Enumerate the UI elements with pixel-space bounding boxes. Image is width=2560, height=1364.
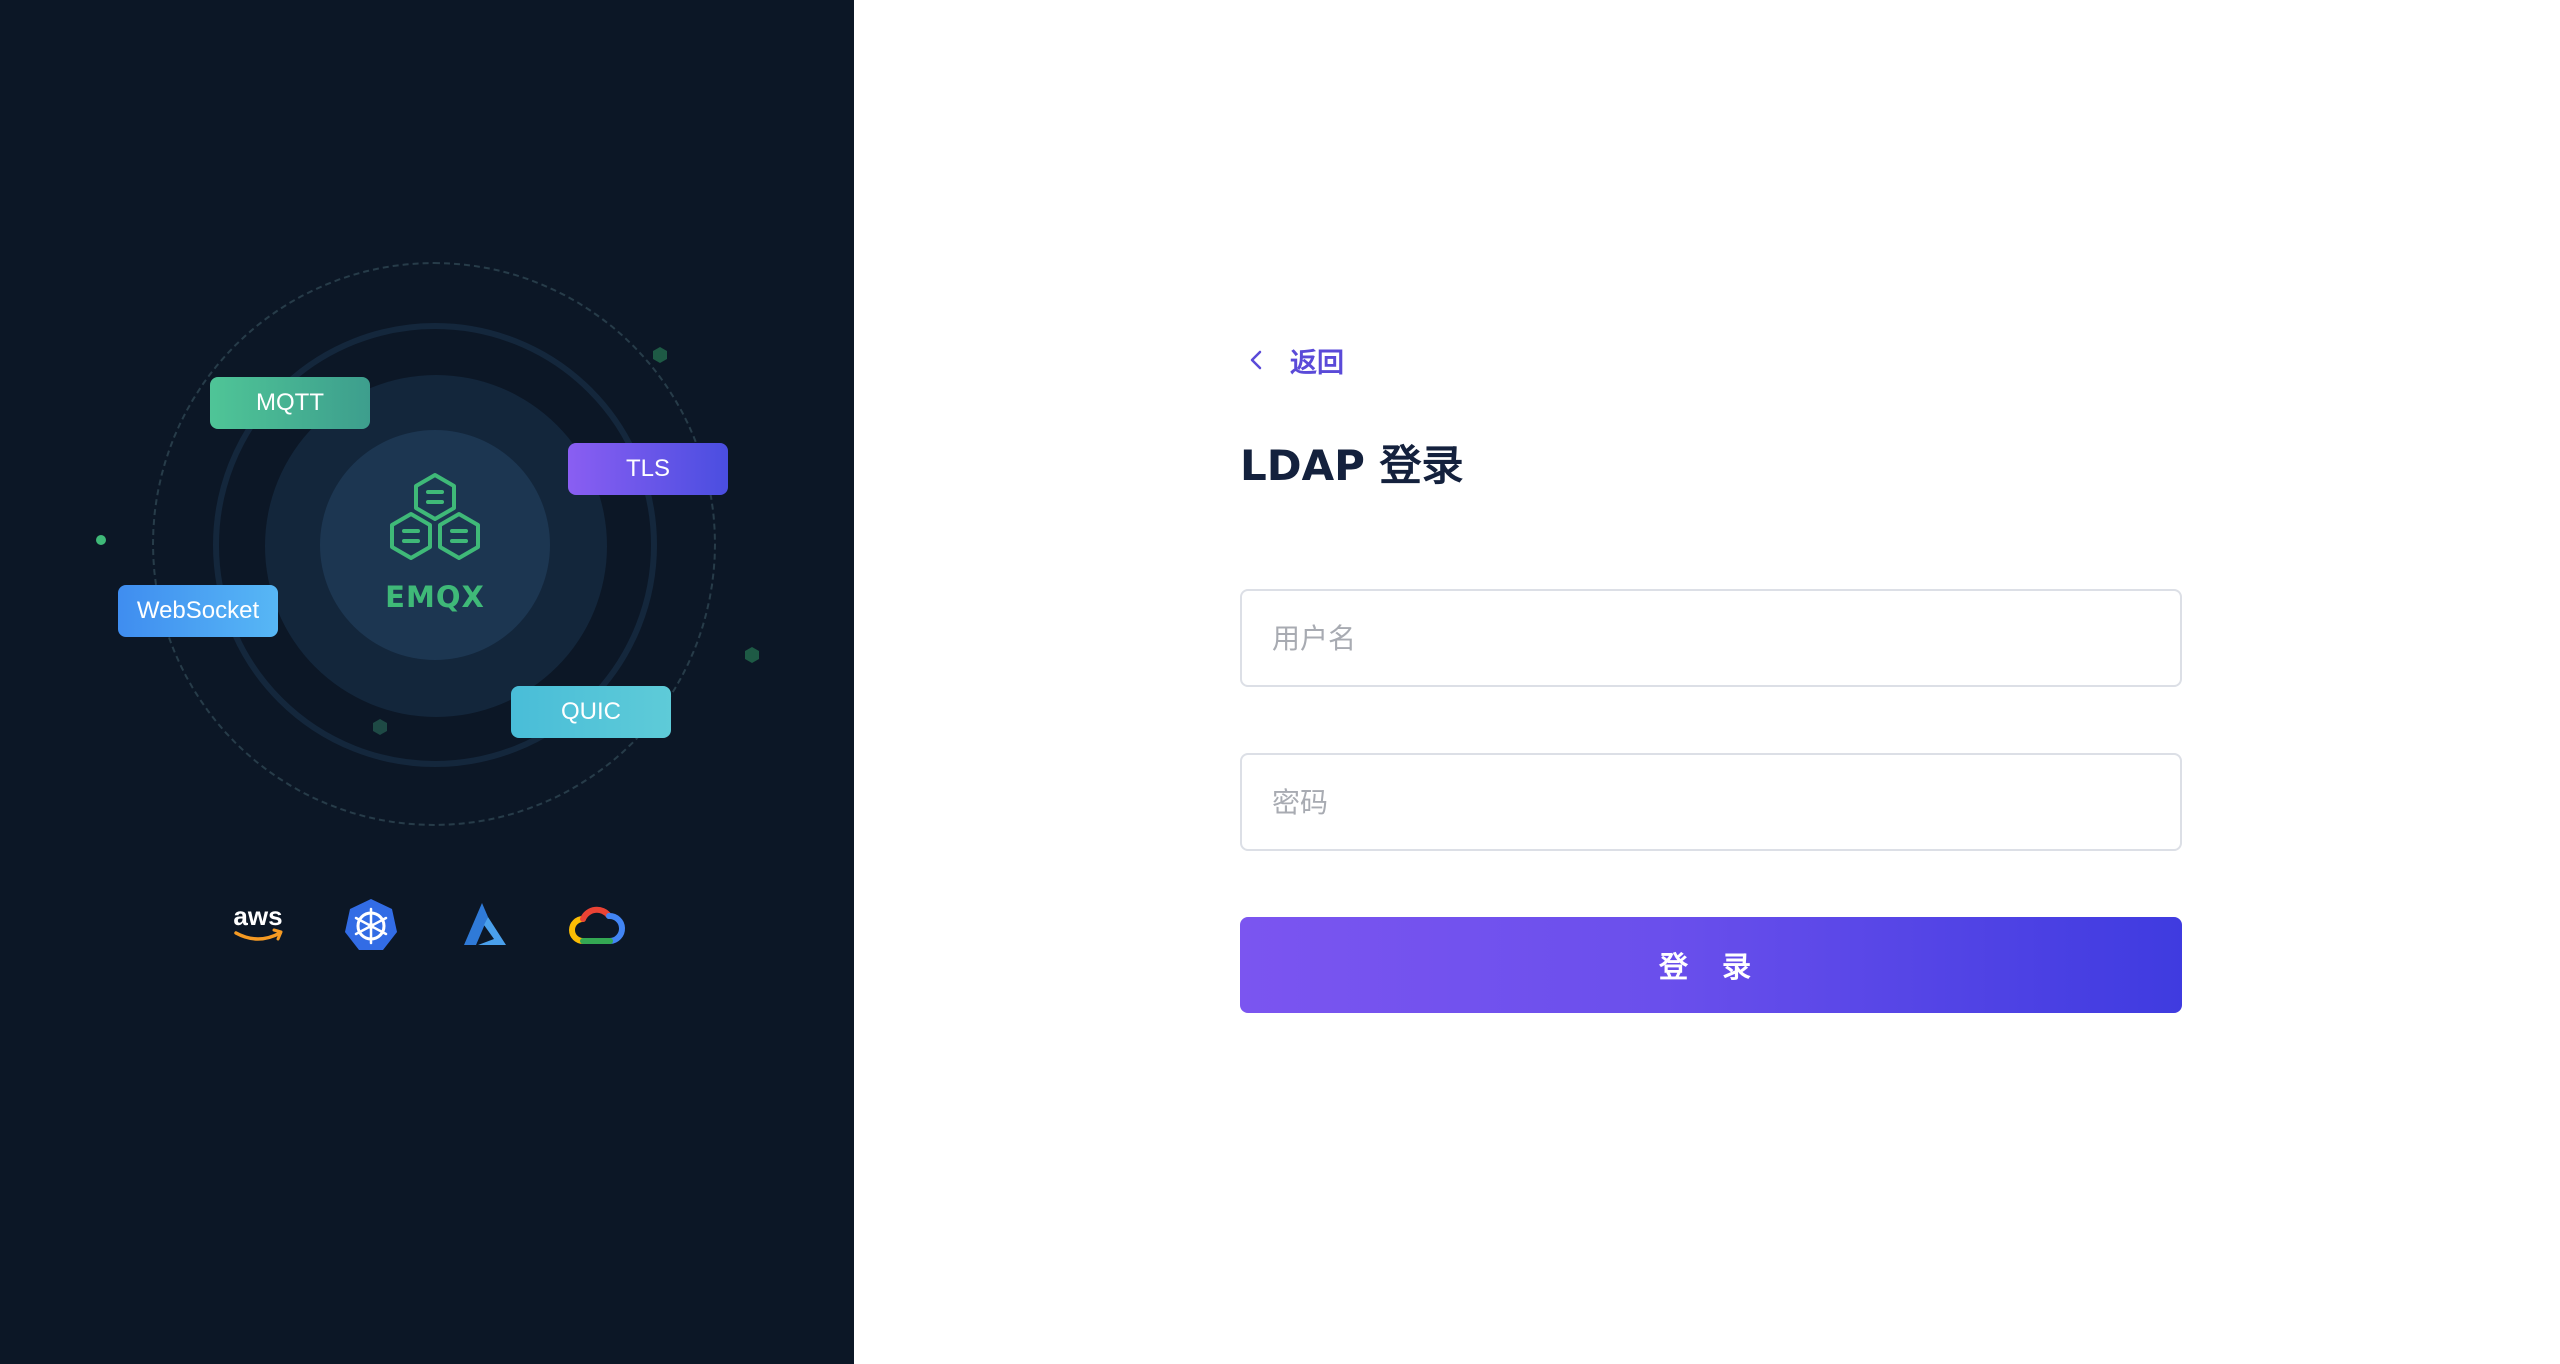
back-label: 返回: [1290, 347, 1344, 379]
emqx-logo-text: EMQX: [385, 580, 485, 614]
login-button[interactable]: 登 录: [1240, 917, 2182, 1013]
decor-hex-dot: [653, 347, 667, 363]
hero-panel: EMQX MQTT TLS WebSocket QUIC aws: [0, 0, 854, 1364]
decor-hex-dot: [745, 647, 759, 663]
protocol-tag-tls: TLS: [568, 443, 728, 495]
aws-logo-icon: aws: [233, 901, 283, 941]
username-input[interactable]: [1240, 589, 2182, 687]
password-input[interactable]: [1240, 753, 2182, 851]
login-page: EMQX MQTT TLS WebSocket QUIC aws 返回 LDAP…: [0, 0, 2560, 1364]
decor-hex-dot: [373, 719, 387, 735]
cloud-provider-logos: aws: [226, 895, 626, 955]
protocol-tag-mqtt: MQTT: [210, 377, 370, 429]
decor-dot: [96, 535, 106, 545]
emqx-hexagon-icon: [390, 473, 480, 560]
kubernetes-icon: [345, 899, 397, 950]
google-cloud-icon: [569, 906, 625, 944]
chevron-left-icon: [1250, 350, 1262, 370]
protocol-tag-websocket: WebSocket: [118, 585, 278, 637]
back-link[interactable]: 返回: [1242, 340, 1344, 380]
protocol-tag-quic: QUIC: [511, 686, 671, 738]
page-title: LDAP 登录: [1240, 441, 1464, 490]
azure-icon: [464, 903, 506, 945]
svg-text:aws: aws: [233, 901, 282, 931]
login-panel: 返回 LDAP 登录 登 录: [854, 0, 2560, 1364]
